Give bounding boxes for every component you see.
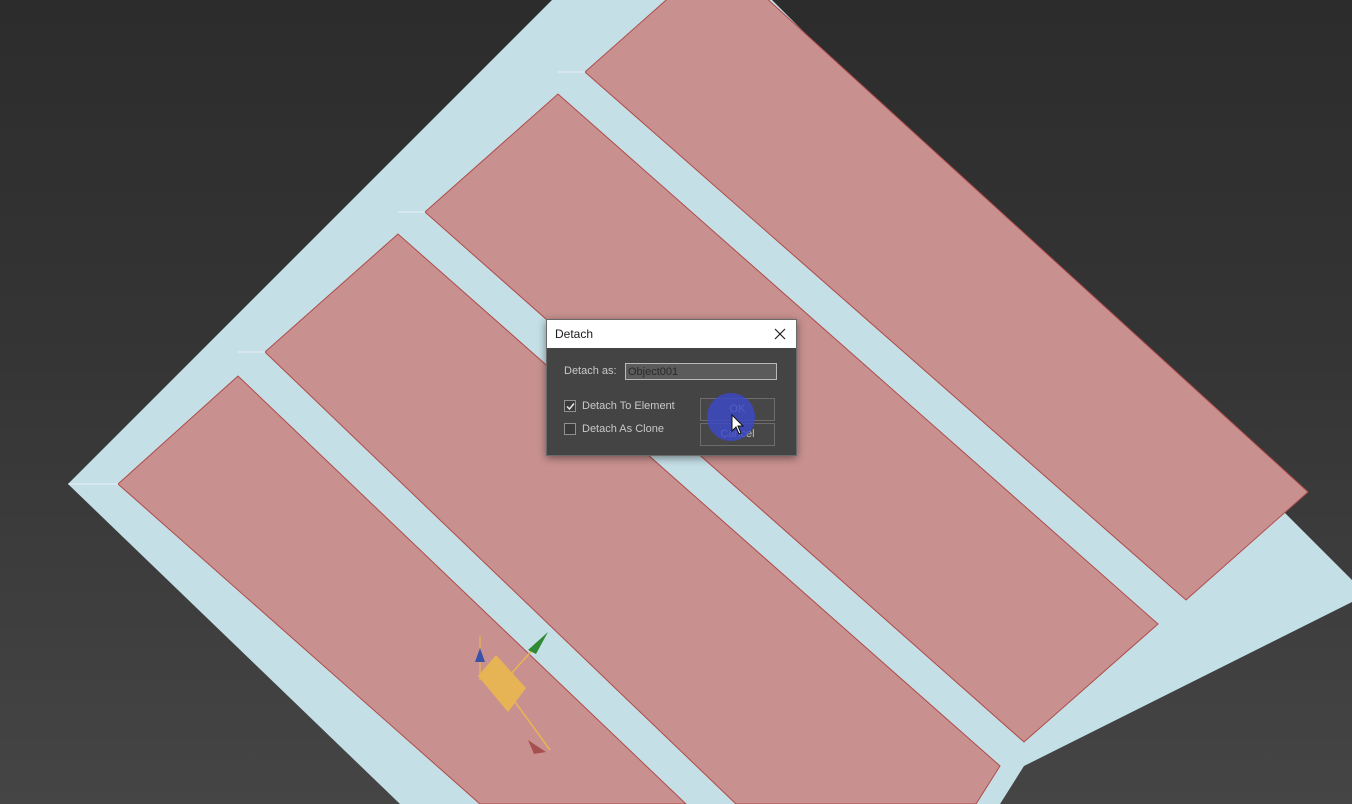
mouse-pointer-icon xyxy=(731,414,745,435)
close-button[interactable] xyxy=(764,320,796,348)
checkmark-icon xyxy=(565,402,575,410)
detach-as-clone-label: Detach As Clone xyxy=(582,423,664,435)
detach-as-clone-checkbox[interactable]: Detach As Clone xyxy=(564,421,664,437)
dialog-title: Detach xyxy=(555,327,594,341)
detach-to-element-label: Detach To Element xyxy=(582,400,675,412)
detach-as-input[interactable] xyxy=(625,363,777,380)
checkbox-box[interactable] xyxy=(564,400,576,412)
dialog-titlebar[interactable]: Detach xyxy=(547,320,796,348)
close-icon xyxy=(774,328,786,340)
detach-as-label: Detach as: xyxy=(564,365,617,377)
checkbox-box[interactable] xyxy=(564,423,576,435)
detach-dialog: Detach Detach as: Detach To Element Deta… xyxy=(546,319,797,456)
detach-to-element-checkbox[interactable]: Detach To Element xyxy=(564,398,675,414)
